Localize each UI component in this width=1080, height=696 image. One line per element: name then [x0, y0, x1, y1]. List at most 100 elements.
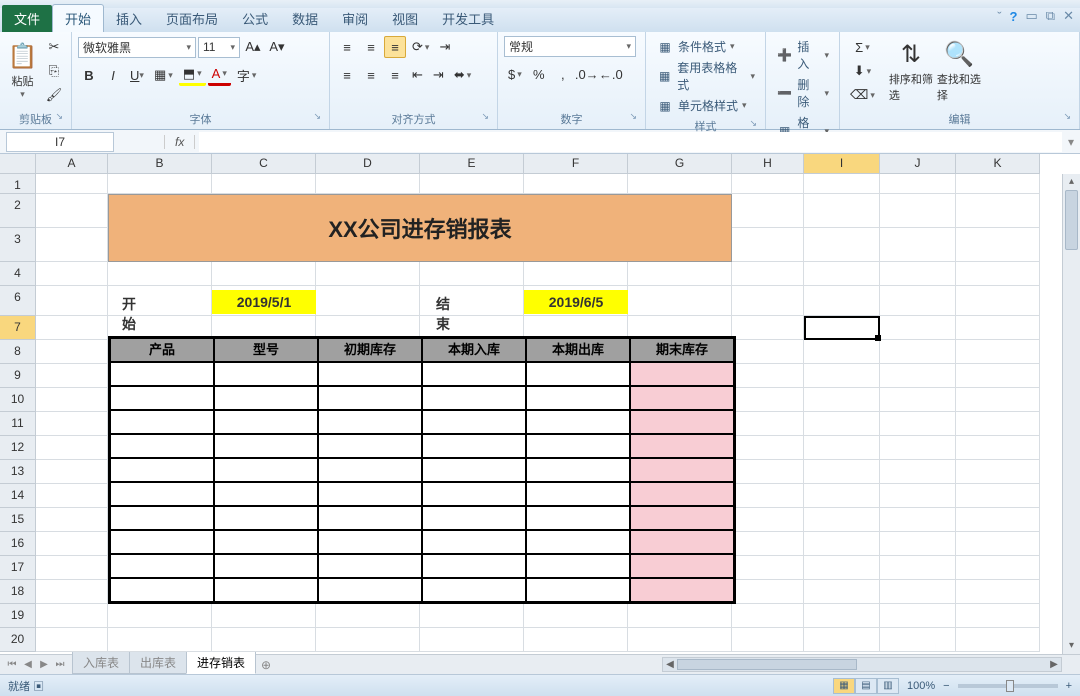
- row-header-1[interactable]: 1: [0, 174, 36, 194]
- phonetic-button[interactable]: 字▾: [233, 64, 261, 86]
- row-header-6[interactable]: 6: [0, 286, 36, 316]
- scroll-left-icon[interactable]: ◀: [663, 658, 677, 671]
- page-break-view-button[interactable]: ▥: [877, 678, 899, 694]
- col-header-G[interactable]: G: [628, 154, 732, 174]
- paste-button[interactable]: 📋 粘贴 ▾: [6, 36, 39, 106]
- sheet-tab-2[interactable]: 出库表: [129, 652, 187, 674]
- tab-review[interactable]: 审阅: [330, 5, 380, 32]
- row-header-7[interactable]: 7: [0, 316, 36, 340]
- percent-button[interactable]: %: [528, 63, 550, 85]
- autosum-button[interactable]: Σ▾: [846, 36, 879, 58]
- col-header-A[interactable]: A: [36, 154, 108, 174]
- underline-button[interactable]: U▾: [126, 64, 148, 86]
- page-layout-view-button[interactable]: ▤: [855, 678, 877, 694]
- col-header-J[interactable]: J: [880, 154, 956, 174]
- worksheet-grid[interactable]: ABCDEFGHIJK 1234678910111213141516171819…: [0, 154, 1080, 654]
- row-header-19[interactable]: 19: [0, 604, 36, 628]
- scroll-right-icon[interactable]: ▶: [1047, 658, 1061, 671]
- align-middle-button[interactable]: ≡: [360, 36, 382, 58]
- tab-home[interactable]: 开始: [52, 4, 104, 32]
- merge-button[interactable]: ⬌▾: [450, 64, 475, 86]
- fill-button[interactable]: ⬇▾: [846, 60, 879, 82]
- macro-record-icon[interactable]: ▣: [33, 681, 44, 693]
- align-bottom-button[interactable]: ≡: [384, 36, 406, 58]
- row-header-15[interactable]: 15: [0, 508, 36, 532]
- normal-view-button[interactable]: ▦: [833, 678, 855, 694]
- row-header-14[interactable]: 14: [0, 484, 36, 508]
- increase-font-button[interactable]: A▴: [242, 36, 264, 58]
- window-restore-icon[interactable]: ⧉: [1046, 8, 1055, 24]
- table-format-button[interactable]: ▦套用表格格式▾: [652, 57, 759, 95]
- align-right-button[interactable]: ≡: [384, 64, 406, 86]
- sheet-nav-prev-icon[interactable]: ◀: [20, 659, 36, 670]
- col-header-B[interactable]: B: [108, 154, 212, 174]
- font-size-select[interactable]: 11▾: [198, 37, 240, 58]
- cut-button[interactable]: ✂: [43, 36, 65, 58]
- zoom-out-button[interactable]: −: [943, 680, 949, 692]
- help-icon[interactable]: ?: [1010, 9, 1018, 24]
- formula-expand-icon[interactable]: ▾: [1062, 135, 1080, 149]
- sheet-tab-1[interactable]: 入库表: [72, 652, 130, 674]
- tab-formula[interactable]: 公式: [230, 5, 280, 32]
- horizontal-scrollbar[interactable]: ◀ ▶: [662, 657, 1062, 672]
- window-close-icon[interactable]: ✕: [1063, 8, 1074, 24]
- italic-button[interactable]: I: [102, 64, 124, 86]
- bold-button[interactable]: B: [78, 64, 100, 86]
- col-header-I[interactable]: I: [804, 154, 880, 174]
- col-header-D[interactable]: D: [316, 154, 420, 174]
- indent-increase-button[interactable]: ⇥: [429, 64, 448, 86]
- row-header-20[interactable]: 20: [0, 628, 36, 652]
- align-left-button[interactable]: ≡: [336, 64, 358, 86]
- format-painter-button[interactable]: 🖌: [43, 84, 65, 106]
- col-header-C[interactable]: C: [212, 154, 316, 174]
- sort-filter-button[interactable]: ⇅排序和筛选: [889, 36, 933, 106]
- scroll-up-icon[interactable]: ▴: [1063, 174, 1080, 190]
- copy-button[interactable]: ⎘: [43, 60, 65, 82]
- col-header-F[interactable]: F: [524, 154, 628, 174]
- col-header-E[interactable]: E: [420, 154, 524, 174]
- fx-icon[interactable]: fx: [164, 135, 195, 149]
- decrease-decimal-button[interactable]: ←.0: [600, 63, 622, 85]
- row-header-11[interactable]: 11: [0, 412, 36, 436]
- col-header-K[interactable]: K: [956, 154, 1040, 174]
- row-header-17[interactable]: 17: [0, 556, 36, 580]
- new-sheet-icon[interactable]: ⊕: [255, 656, 277, 674]
- currency-button[interactable]: $▾: [504, 63, 526, 85]
- row-header-16[interactable]: 16: [0, 532, 36, 556]
- font-color-button[interactable]: A▾: [208, 64, 231, 86]
- increase-decimal-button[interactable]: .0→: [576, 63, 598, 85]
- sheet-nav-last-icon[interactable]: ⏭: [52, 659, 68, 670]
- row-header-18[interactable]: 18: [0, 580, 36, 604]
- delete-cell-button[interactable]: ➖删除▾: [772, 74, 833, 112]
- orientation-button[interactable]: ⟳▾: [408, 36, 433, 58]
- row-header-13[interactable]: 13: [0, 460, 36, 484]
- insert-cell-button[interactable]: ➕插入▾: [772, 36, 833, 74]
- align-top-button[interactable]: ≡: [336, 36, 358, 58]
- tab-data[interactable]: 数据: [280, 5, 330, 32]
- fill-color-button[interactable]: ⬒▾: [179, 64, 206, 86]
- zoom-slider[interactable]: [958, 684, 1058, 688]
- select-all-corner[interactable]: [0, 154, 36, 174]
- align-center-button[interactable]: ≡: [360, 64, 382, 86]
- name-box[interactable]: I7: [6, 132, 114, 152]
- number-format-select[interactable]: 常规▾: [504, 36, 636, 57]
- zoom-level[interactable]: 100%: [907, 680, 935, 692]
- scroll-down-icon[interactable]: ▾: [1063, 638, 1080, 654]
- zoom-in-button[interactable]: +: [1066, 680, 1072, 692]
- sheet-nav-next-icon[interactable]: ▶: [36, 659, 52, 670]
- font-name-select[interactable]: 微软雅黑▾: [78, 37, 196, 58]
- border-button[interactable]: ▦▾: [150, 64, 177, 86]
- row-header-12[interactable]: 12: [0, 436, 36, 460]
- find-select-button[interactable]: 🔍查找和选择: [937, 36, 981, 106]
- indent-decrease-button[interactable]: ⇤: [408, 64, 427, 86]
- tab-file[interactable]: 文件: [2, 5, 52, 32]
- row-header-10[interactable]: 10: [0, 388, 36, 412]
- cell-style-button[interactable]: ▦单元格样式▾: [652, 95, 751, 116]
- window-minimize-icon[interactable]: ▭: [1026, 8, 1038, 24]
- tab-layout[interactable]: 页面布局: [154, 5, 230, 32]
- tab-dev[interactable]: 开发工具: [430, 5, 506, 32]
- comma-button[interactable]: ,: [552, 63, 574, 85]
- vertical-scrollbar[interactable]: ▴ ▾: [1062, 174, 1080, 654]
- vscroll-thumb[interactable]: [1065, 190, 1078, 250]
- ribbon-minimize-icon[interactable]: ˇ: [997, 9, 1001, 24]
